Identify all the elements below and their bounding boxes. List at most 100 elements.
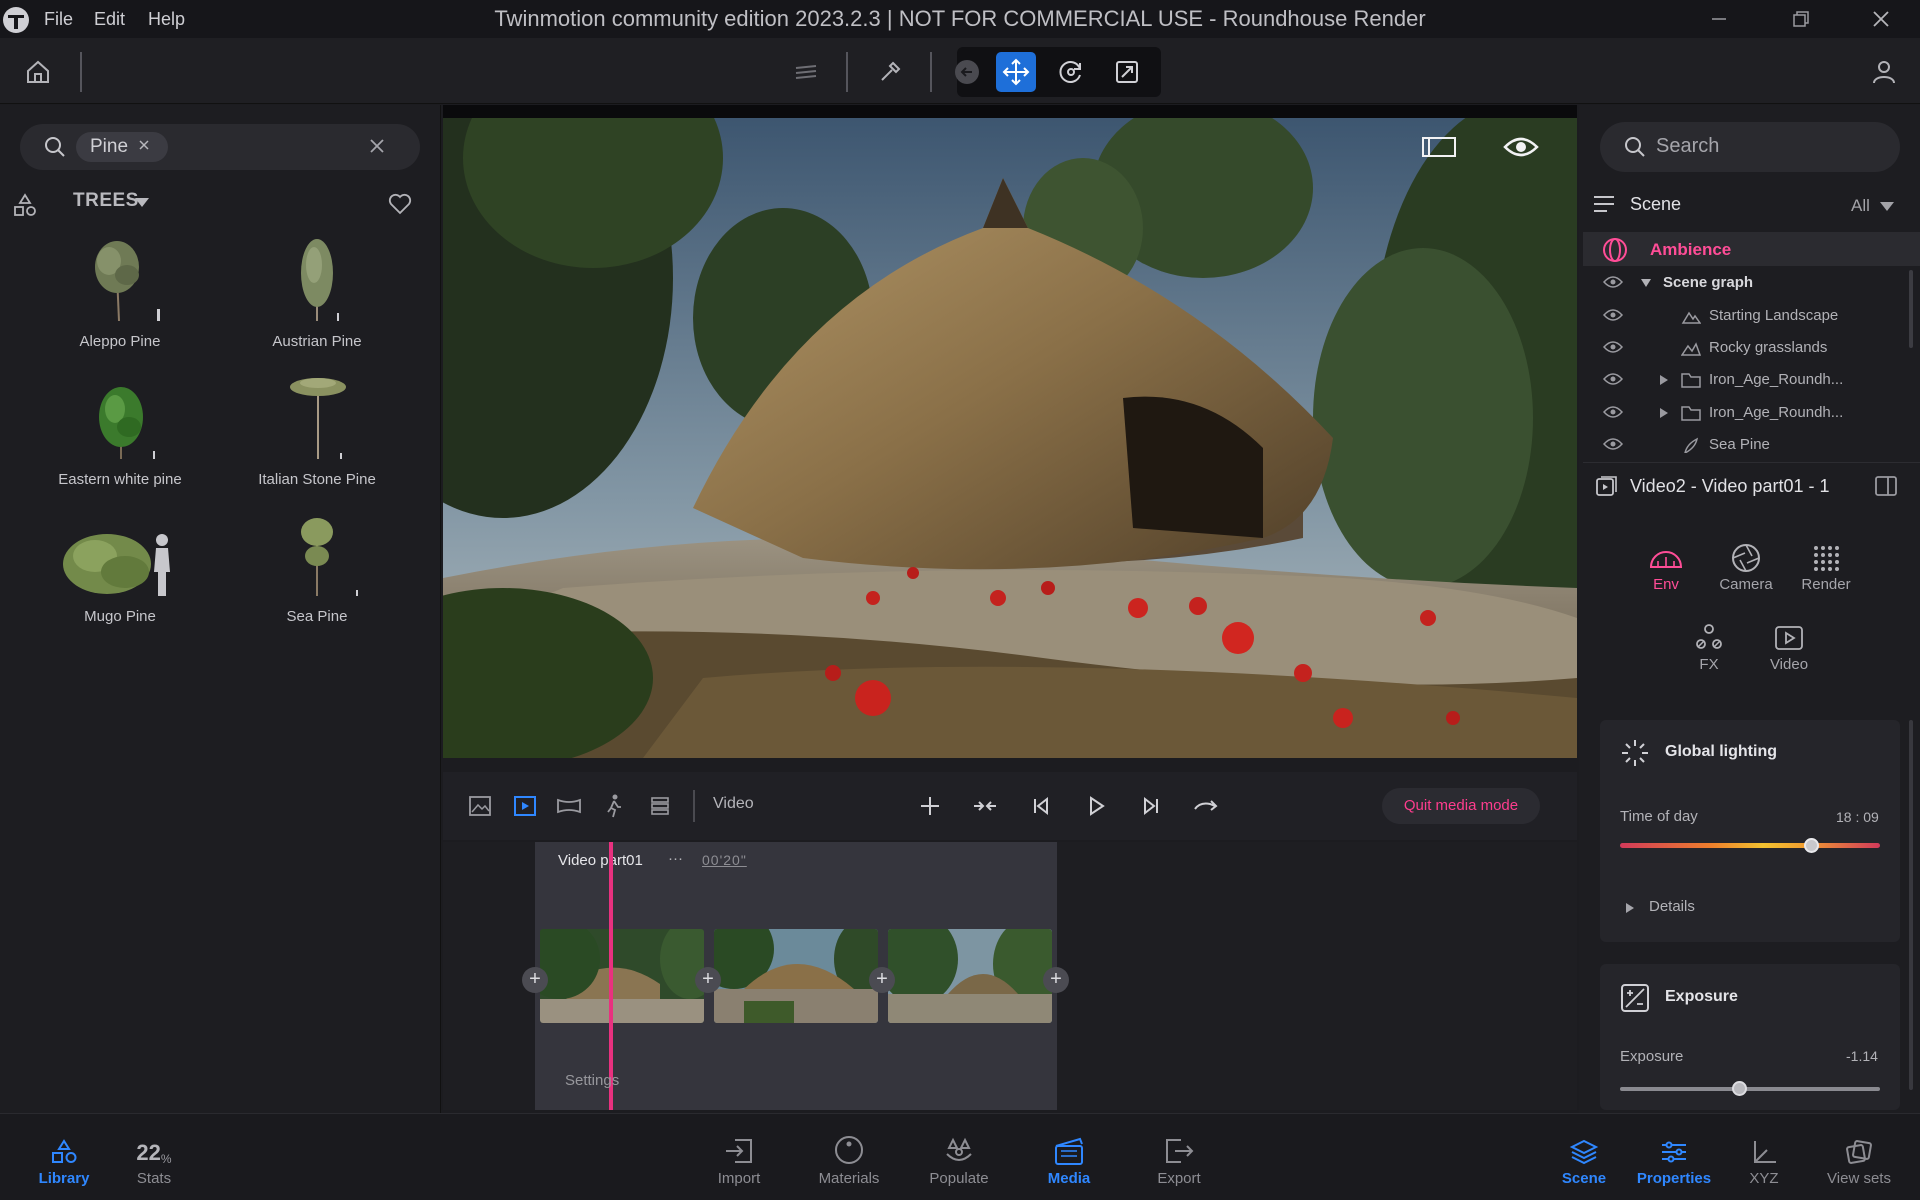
timeline-playhead[interactable]: [609, 842, 613, 1110]
clip-duration[interactable]: 00'20": [702, 852, 747, 868]
scene-graph-row[interactable]: Scene graph: [1583, 267, 1903, 299]
shapes-category-icon[interactable]: [12, 192, 38, 218]
add-shot-icon[interactable]: [916, 792, 944, 820]
home-icon[interactable]: [24, 58, 52, 86]
scene-graph-row[interactable]: Starting Landscape: [1583, 300, 1903, 332]
play-icon[interactable]: [1082, 792, 1110, 820]
video-mode-icon[interactable]: [511, 792, 539, 820]
clip-settings-link[interactable]: Settings: [565, 1072, 619, 1089]
scale-tool-icon[interactable]: [1107, 52, 1147, 92]
chevron-down-icon[interactable]: [1879, 200, 1895, 212]
tab-env[interactable]: Env: [1626, 540, 1706, 593]
presentation-mode-icon[interactable]: [646, 792, 674, 820]
eye-icon[interactable]: [1603, 405, 1623, 419]
loop-icon[interactable]: [1192, 792, 1220, 820]
skip-forward-icon[interactable]: [1137, 792, 1165, 820]
quit-media-mode-button[interactable]: Quit media mode: [1382, 788, 1540, 824]
category-dropdown[interactable]: TREES: [73, 190, 139, 212]
insert-shot-button[interactable]: +: [1043, 967, 1069, 993]
shot-thumbnail[interactable]: [540, 929, 704, 1023]
shot-thumbnail[interactable]: [888, 929, 1052, 1023]
eye-icon[interactable]: [1603, 308, 1623, 322]
clip-more-options[interactable]: ···: [668, 850, 683, 867]
nav-xyz[interactable]: XYZ: [1714, 1130, 1814, 1187]
time-of-day-slider[interactable]: [1620, 843, 1880, 848]
library-item-eastern-white-pine[interactable]: Eastern white pine: [25, 373, 215, 503]
library-item-sea-pine[interactable]: Sea Pine: [222, 510, 412, 640]
tab-video[interactable]: Video: [1749, 620, 1829, 673]
eyedropper-icon[interactable]: [876, 58, 904, 86]
scene-graph-scrollbar[interactable]: [1909, 270, 1913, 348]
viewport-top-strip: [443, 105, 1577, 118]
tab-fx[interactable]: FX: [1669, 620, 1749, 673]
nav-media[interactable]: Media: [1019, 1130, 1119, 1187]
nav-populate[interactable]: Populate: [909, 1130, 1009, 1187]
library-item-italian-stone-pine[interactable]: Italian Stone Pine: [222, 373, 412, 503]
nav-properties[interactable]: Properties: [1624, 1130, 1724, 1187]
3d-viewport[interactable]: [443, 118, 1577, 758]
details-toggle[interactable]: Details: [1649, 898, 1695, 915]
caret-right-icon[interactable]: [1659, 374, 1669, 386]
shot-thumbnail[interactable]: [714, 929, 878, 1023]
caret-right-icon[interactable]: [1659, 407, 1669, 419]
panel-toggle-icon[interactable]: [1874, 474, 1898, 498]
insert-shot-button[interactable]: +: [869, 967, 895, 993]
scene-filter-dropdown[interactable]: All: [1851, 196, 1870, 216]
insert-shot-button[interactable]: +: [522, 967, 548, 993]
eye-icon[interactable]: [1603, 372, 1623, 386]
rotate-tool-icon[interactable]: [1051, 52, 1091, 92]
layers-icon[interactable]: [792, 58, 820, 86]
clear-search-icon[interactable]: [366, 135, 388, 157]
nav-library[interactable]: Library: [14, 1130, 114, 1187]
italian-stone-pine-thumbnail: [222, 373, 412, 465]
exposure-slider-handle[interactable]: [1731, 1081, 1747, 1096]
insert-shot-button[interactable]: +: [695, 967, 721, 993]
aspect-ratio-frame-icon[interactable]: [1422, 136, 1456, 158]
move-tool-icon[interactable]: [996, 52, 1036, 92]
scene-graph-row[interactable]: Iron_Age_Roundh...: [1583, 364, 1903, 396]
back-arrow-icon[interactable]: [947, 52, 987, 92]
nav-scene[interactable]: Scene: [1534, 1130, 1634, 1187]
merge-icon[interactable]: [971, 792, 999, 820]
visibility-eye-icon[interactable]: [1503, 133, 1539, 161]
library-item-austrian-pine[interactable]: Austrian Pine: [222, 235, 412, 365]
remove-chip-icon[interactable]: [137, 138, 151, 152]
skip-back-icon[interactable]: [1027, 792, 1055, 820]
tab-camera-label: Camera: [1719, 576, 1773, 593]
nav-import[interactable]: Import: [689, 1130, 789, 1187]
chevron-down-icon[interactable]: [134, 196, 150, 208]
eye-icon[interactable]: [1603, 437, 1623, 451]
image-mode-icon[interactable]: [466, 792, 494, 820]
scene-graph-row[interactable]: Iron_Age_Roundh...: [1583, 397, 1903, 429]
walkthrough-mode-icon[interactable]: [600, 792, 628, 820]
eye-icon[interactable]: [1603, 340, 1623, 354]
library-item-aleppo-pine[interactable]: Aleppo Pine: [25, 235, 215, 365]
nav-export[interactable]: Export: [1129, 1130, 1229, 1187]
minimize-icon[interactable]: [1706, 6, 1732, 32]
search-filter-chip[interactable]: Pine: [76, 132, 168, 162]
caret-right-icon[interactable]: [1625, 902, 1635, 914]
sun-icon: [1620, 738, 1650, 768]
caret-down-icon[interactable]: [1640, 278, 1652, 288]
view-sets-icon: [1804, 1130, 1914, 1166]
scene-graph-row[interactable]: Sea Pine: [1583, 429, 1903, 453]
panorama-mode-icon[interactable]: [555, 792, 583, 820]
favorite-heart-icon[interactable]: [388, 193, 412, 215]
eye-icon[interactable]: [1603, 275, 1623, 289]
scene-graph-row[interactable]: Rocky grasslands: [1583, 332, 1903, 364]
ambience-row[interactable]: [1583, 232, 1920, 266]
tab-camera[interactable]: Camera: [1706, 540, 1786, 593]
tab-render[interactable]: Render: [1786, 540, 1866, 593]
nav-stats[interactable]: 22% Stats: [104, 1130, 204, 1187]
close-window-icon[interactable]: [1868, 6, 1894, 32]
hamburger-menu-icon[interactable]: [1592, 193, 1616, 215]
tab-env-label: Env: [1653, 576, 1679, 593]
properties-scrollbar[interactable]: [1909, 720, 1913, 1090]
library-item-mugo-pine[interactable]: Mugo Pine: [25, 510, 215, 640]
nav-view-sets[interactable]: View sets: [1804, 1130, 1914, 1187]
nav-materials[interactable]: Materials: [799, 1130, 899, 1187]
user-account-icon[interactable]: [1870, 58, 1898, 86]
restore-icon[interactable]: [1788, 6, 1814, 32]
exposure-slider[interactable]: [1620, 1087, 1880, 1091]
global-lighting-title: Global lighting: [1665, 743, 1777, 760]
